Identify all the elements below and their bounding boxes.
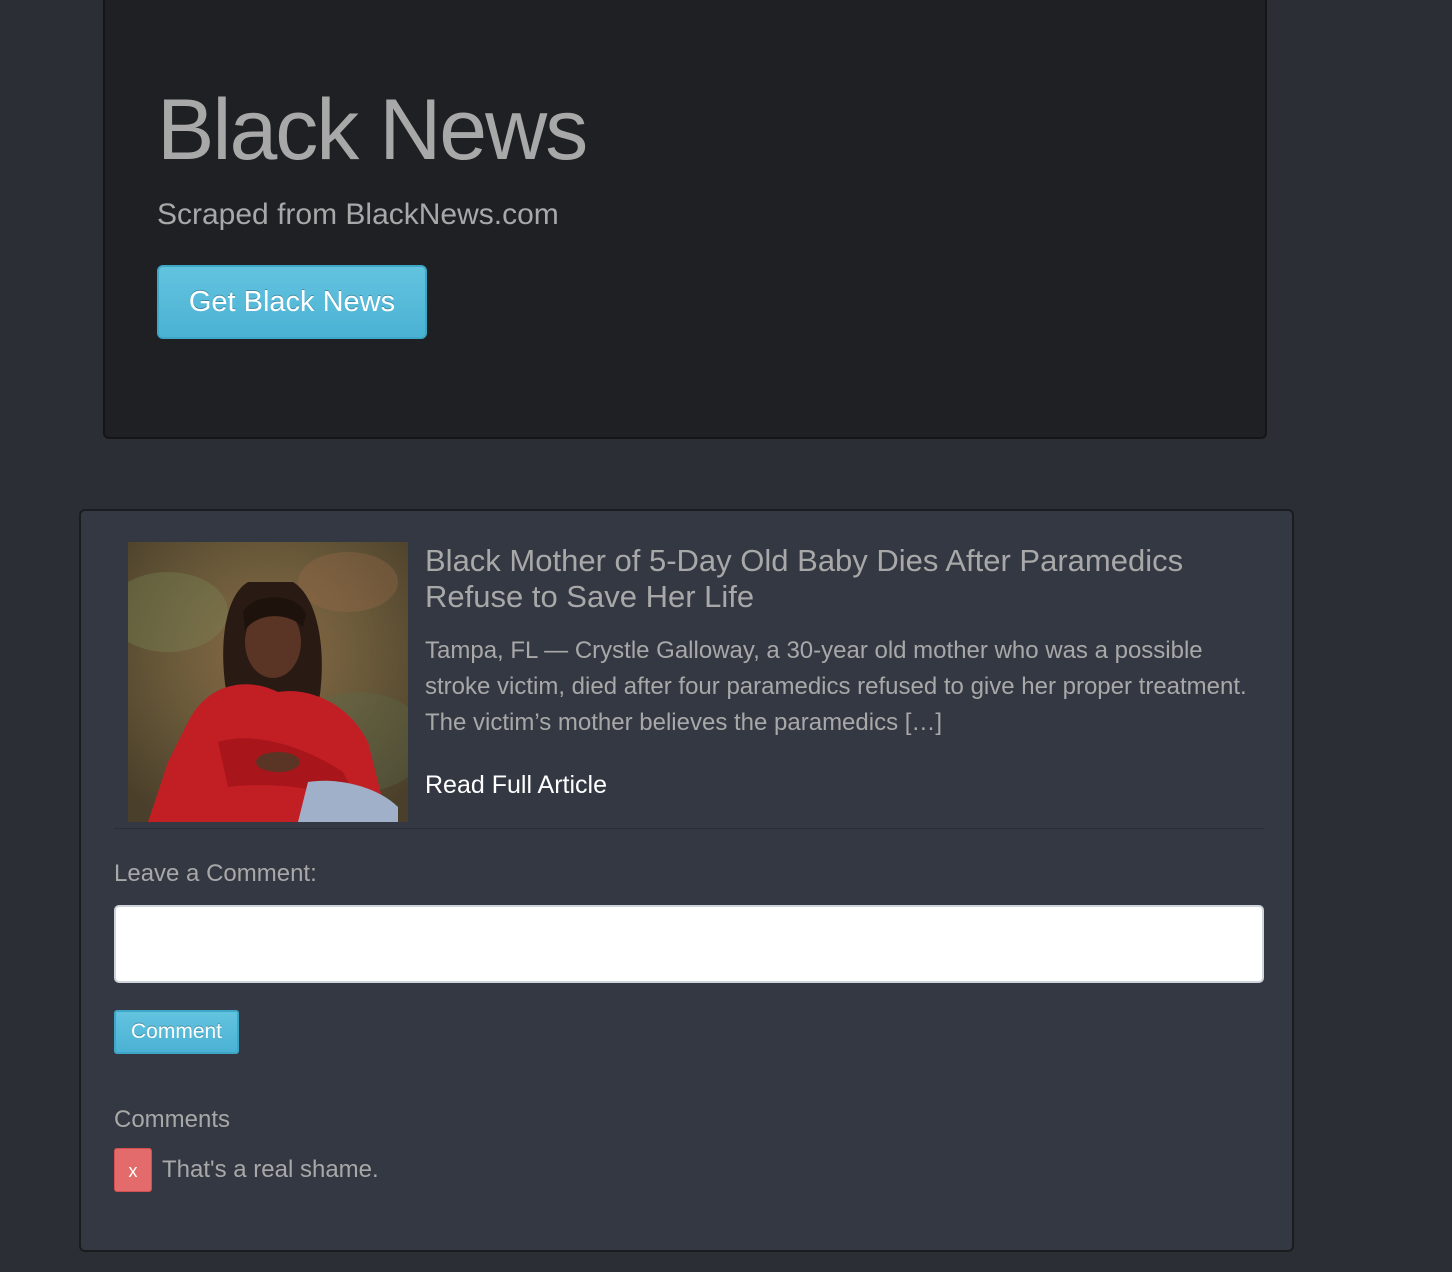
article-title: Black Mother of 5-Day Old Baby Dies Afte…: [425, 543, 1184, 614]
read-full-article-link[interactable]: Read Full Article: [425, 767, 607, 803]
delete-comment-button[interactable]: x: [114, 1148, 152, 1192]
divider: [114, 828, 1264, 829]
comment-item: x That's a real shame.: [114, 1148, 379, 1192]
site-title: Black News: [157, 82, 588, 178]
comment-submit-button[interactable]: Comment: [114, 1010, 239, 1054]
comments-heading: Comments: [114, 1106, 231, 1133]
get-news-button[interactable]: Get Black News: [157, 265, 427, 339]
jumbotron-header: Black News Scraped from BlackNews.com Ge…: [103, 0, 1267, 439]
comment-input[interactable]: [114, 905, 1264, 983]
article-photo: [128, 542, 408, 822]
comment-label: Leave a Comment:: [114, 860, 317, 887]
article-panel: Black Mother of 5-Day Old Baby Dies Afte…: [79, 509, 1294, 1252]
article-excerpt: Tampa, FL — Crystle Galloway, a 30-year …: [425, 637, 1247, 736]
site-subtitle: Scraped from BlackNews.com: [157, 198, 559, 231]
comment-text: That's a real shame.: [162, 1156, 379, 1183]
